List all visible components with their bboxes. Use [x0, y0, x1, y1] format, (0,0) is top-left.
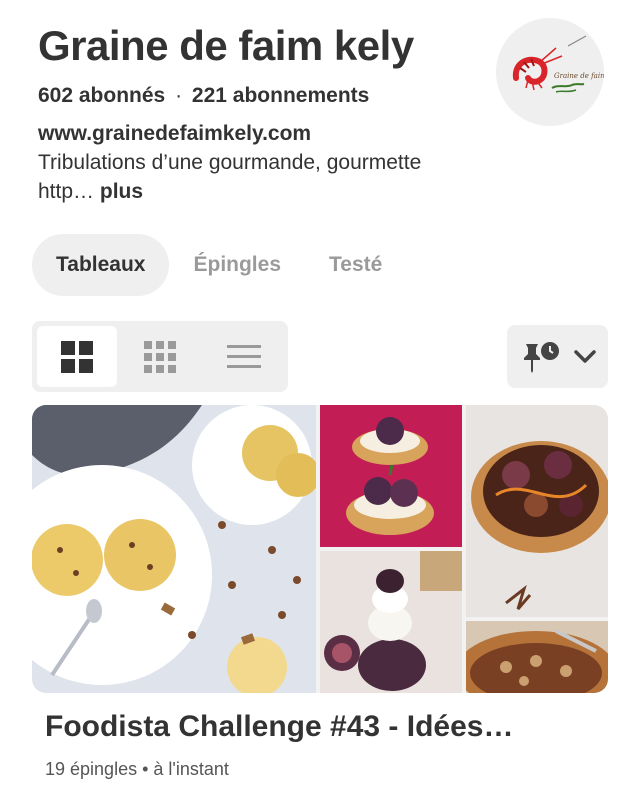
followers-count[interactable]: 602 abonnés: [38, 84, 165, 107]
avatar[interactable]: Graine de faim kely: [496, 18, 604, 126]
tab-teste[interactable]: Testé: [305, 234, 406, 296]
view-switcher: [32, 321, 288, 392]
chevron-down-icon: [573, 349, 596, 363]
stats-separator: ·: [175, 84, 183, 107]
bio-more-link[interactable]: plus: [100, 180, 143, 203]
avatar-logo-icon: Graine de faim kely: [512, 35, 604, 93]
board-updated-time: à l'instant: [153, 759, 229, 779]
board-cover-image-fig-tarts: [320, 405, 462, 547]
board-meta: 19 épingles • à l'instant: [45, 759, 229, 780]
profile-bio-text: Tribulations d’une gourmande, gourmette …: [38, 151, 422, 203]
board-cover-image-scones: [32, 405, 316, 693]
board-cover-image-figs-cream: [320, 551, 462, 693]
sort-button[interactable]: [507, 325, 608, 388]
avatar-logo-text: Graine de faim kely: [554, 72, 604, 80]
following-count[interactable]: 221 abonnements: [192, 84, 369, 107]
view-small-grid-button[interactable]: [120, 326, 200, 387]
board-cover-image-fig-chocolate-tart: [466, 405, 608, 617]
board-pin-count: 19 épingles: [45, 759, 138, 779]
list-icon: [227, 344, 261, 368]
view-list-button[interactable]: [204, 326, 284, 387]
board-cover[interactable]: [32, 405, 608, 693]
pin-clock-icon: [523, 341, 559, 373]
profile-bio: Tribulations d’une gourmande, gourmette …: [38, 148, 438, 206]
board-title[interactable]: Foodista Challenge #43 - Idées…: [45, 710, 605, 744]
profile-stats: 602 abonnés · 221 abonnements: [38, 84, 369, 108]
profile-name: Graine de faim kely: [38, 22, 414, 69]
board-meta-separator: •: [142, 759, 149, 779]
view-large-grid-button[interactable]: [37, 326, 117, 387]
small-grid-icon: [144, 340, 176, 373]
board-cover-image-pie: [466, 621, 608, 693]
large-grid-icon: [61, 340, 93, 373]
tab-tableaux[interactable]: Tableaux: [32, 234, 170, 296]
profile-tabs: Tableaux Épingles Testé: [32, 234, 406, 296]
profile-website-link[interactable]: www.grainedefaimkely.com: [38, 122, 311, 146]
tab-epingles[interactable]: Épingles: [169, 234, 305, 296]
